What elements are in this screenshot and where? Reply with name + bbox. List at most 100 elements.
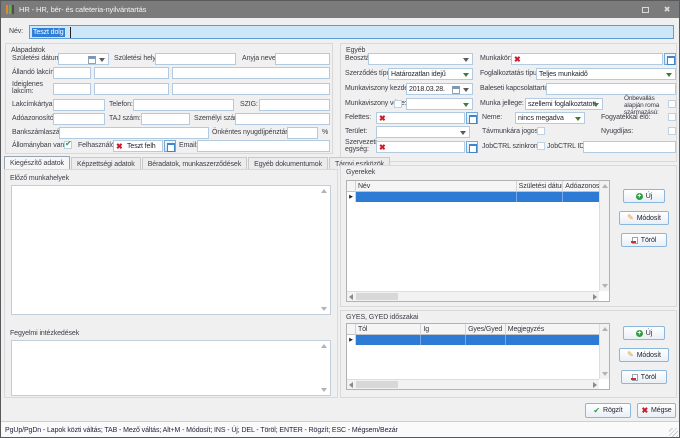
ideiglenes-lakcim-varos-input[interactable]: [94, 83, 169, 95]
gyes-modosit-button[interactable]: ✎Módosít: [619, 348, 669, 362]
foglalkoztatas-combo[interactable]: Teljes munkaidő: [536, 68, 676, 80]
allomanyban-checkbox[interactable]: ✔: [64, 141, 72, 149]
col-tol[interactable]: Tól: [356, 324, 421, 335]
vertical-scrollbar[interactable]: [599, 181, 609, 291]
beosztas-dropdown[interactable]: [368, 53, 473, 65]
combo-arrow-icon[interactable]: [593, 103, 599, 107]
col-szuletesi-datum[interactable]: Születési dátum: [517, 181, 564, 192]
neme-combo[interactable]: nincs megadva: [515, 112, 585, 124]
mv-vege-combo[interactable]: [406, 98, 473, 110]
scroll-left-icon[interactable]: [349, 294, 353, 300]
szemelyi-input[interactable]: [235, 113, 330, 125]
dropdown-arrow-icon[interactable]: [460, 131, 466, 135]
clear-value-icon[interactable]: ✖: [379, 143, 386, 152]
tab-kiegeszito-adatok[interactable]: Kiegészítő adatok: [4, 156, 70, 170]
col-adoazonosito[interactable]: Adóazonosító: [563, 181, 599, 192]
jobctrl-id-input[interactable]: [583, 141, 676, 153]
munkakor-picker-button[interactable]: [664, 53, 676, 65]
nev-input[interactable]: Teszt dolg: [29, 25, 674, 39]
anyja-neve-input[interactable]: [275, 53, 330, 65]
taj-input[interactable]: [141, 113, 190, 125]
combo-arrow-icon[interactable]: [463, 73, 469, 77]
mv-kezdete-input[interactable]: 2018.03.28.: [406, 83, 473, 95]
szervezeti-picker-button[interactable]: [466, 141, 478, 153]
col-gyes-gyed[interactable]: Gyes/Gyed: [466, 324, 506, 335]
maximize-button[interactable]: [638, 4, 652, 15]
onbevallas-checkbox[interactable]: [668, 100, 676, 108]
scrollbar-thumb[interactable]: [356, 293, 398, 300]
scroll-down-icon[interactable]: [602, 284, 608, 288]
gyerekek-torol-button[interactable]: Töröl: [621, 233, 667, 247]
scroll-right-icon[interactable]: [593, 294, 597, 300]
resize-grip[interactable]: [669, 428, 678, 437]
ideiglenes-lakcim-utca-input[interactable]: [172, 83, 330, 95]
onkentes-input[interactable]: [287, 127, 318, 139]
megse-button[interactable]: ✖Mégse: [637, 403, 676, 418]
nyugdijas-checkbox[interactable]: [668, 127, 676, 135]
lakcimkartya-input[interactable]: [53, 99, 105, 111]
rogzit-button[interactable]: ✔Rögzít: [585, 403, 631, 418]
mv-vege-checkbox[interactable]: [394, 100, 402, 108]
terulet-dropdown[interactable]: [376, 126, 470, 138]
vertical-scrollbar[interactable]: [599, 324, 609, 379]
munka-jellege-combo[interactable]: szellemi foglalkoztatott: [525, 98, 603, 110]
dropdown-arrow-icon[interactable]: [463, 88, 469, 92]
szervezeti-input[interactable]: ✖: [376, 141, 465, 153]
allando-lakcim-varos-input[interactable]: [94, 67, 169, 79]
gyerekek-grid[interactable]: Név Születési dátum Adóazonosító ▶: [346, 180, 610, 302]
scroll-up-icon[interactable]: [321, 189, 327, 193]
scroll-up-icon[interactable]: [321, 344, 327, 348]
scroll-up-icon[interactable]: [602, 184, 608, 188]
scroll-down-icon[interactable]: [321, 307, 327, 311]
szig-input[interactable]: [259, 99, 330, 111]
clear-value-icon[interactable]: ✖: [379, 114, 386, 123]
horizontal-scrollbar[interactable]: [347, 379, 599, 389]
felhasznalo-input[interactable]: ✖Teszt felh: [113, 140, 163, 152]
close-button[interactable]: ✖: [660, 4, 674, 15]
allando-lakcim-utca-input[interactable]: [172, 67, 330, 79]
gyerekek-selected-row[interactable]: ▶: [347, 192, 599, 202]
tavmunka-checkbox[interactable]: [537, 127, 545, 135]
gyes-torol-button[interactable]: Töröl: [621, 370, 667, 384]
scroll-down-icon[interactable]: [321, 388, 327, 392]
telefon-input[interactable]: [133, 99, 234, 111]
scroll-left-icon[interactable]: [349, 382, 353, 388]
felettes-input[interactable]: ✖: [376, 112, 465, 124]
gyes-uj-button[interactable]: +Új: [623, 326, 665, 340]
email-input[interactable]: [197, 140, 330, 152]
gyes-grid[interactable]: Tól Ig Gyes/Gyed Megjegyzés ▶: [346, 323, 610, 390]
gyerekek-modosit-button[interactable]: ✎Módosít: [619, 211, 669, 225]
felettes-picker-button[interactable]: [466, 112, 478, 124]
ideiglenes-lakcim-irsz-input[interactable]: [53, 83, 91, 95]
elozo-munkahelyek-textarea[interactable]: [11, 185, 331, 315]
fegyelmi-textarea[interactable]: [11, 340, 331, 396]
combo-arrow-icon[interactable]: [666, 73, 672, 77]
allando-lakcim-irsz-input[interactable]: [53, 67, 91, 79]
scroll-up-icon[interactable]: [602, 327, 608, 331]
felhasznalo-picker-button[interactable]: [164, 140, 176, 152]
jobctrl-szinkron-checkbox[interactable]: [537, 142, 545, 150]
scrollbar-thumb[interactable]: [356, 381, 398, 388]
horizontal-scrollbar[interactable]: [347, 291, 599, 301]
szuletesi-hely-input[interactable]: [155, 53, 236, 65]
combo-arrow-icon[interactable]: [463, 103, 469, 107]
gyerekek-uj-button[interactable]: +Új: [623, 189, 665, 203]
scroll-right-icon[interactable]: [593, 382, 597, 388]
szuletesi-datum-input[interactable]: [58, 53, 109, 65]
adoazonosito-input[interactable]: [53, 113, 105, 125]
combo-arrow-icon[interactable]: [575, 117, 581, 121]
dropdown-arrow-icon[interactable]: [99, 58, 105, 62]
gyes-selected-row[interactable]: ▶: [347, 335, 599, 345]
scroll-down-icon[interactable]: [602, 372, 608, 376]
col-nev[interactable]: Név: [356, 181, 517, 192]
dropdown-arrow-icon[interactable]: [463, 58, 469, 62]
col-megjegyzes[interactable]: Megjegyzés: [506, 324, 599, 335]
szerzodes-combo[interactable]: Határozatlan idejű: [388, 68, 473, 80]
baleseti-input[interactable]: [546, 83, 676, 95]
col-ig[interactable]: Ig: [421, 324, 466, 335]
fogyatekkal-checkbox[interactable]: [668, 113, 676, 121]
clear-value-icon[interactable]: ✖: [514, 55, 521, 64]
munkakor-input[interactable]: ✖: [511, 53, 663, 65]
bankszamla-input[interactable]: [59, 127, 209, 139]
clear-value-icon[interactable]: ✖: [116, 142, 123, 151]
